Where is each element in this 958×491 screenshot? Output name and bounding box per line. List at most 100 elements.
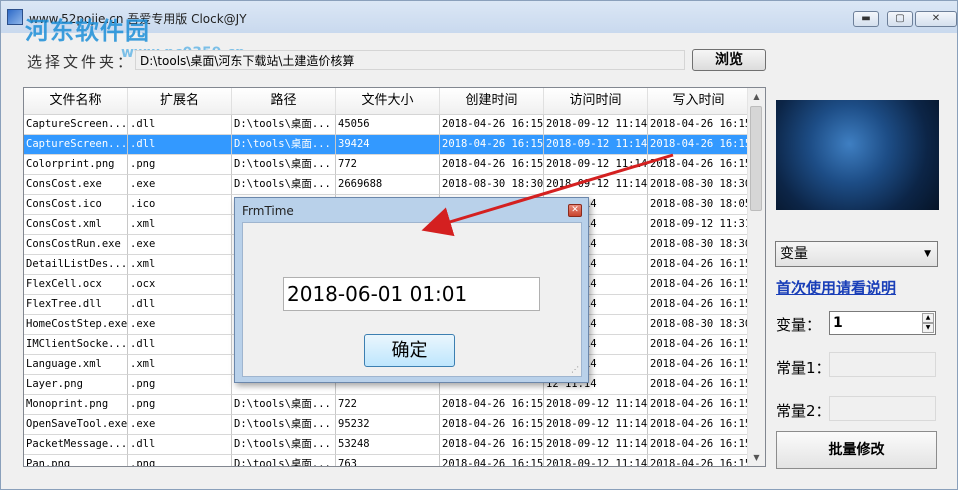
resize-grip-icon[interactable]: ⋰ — [571, 365, 579, 374]
table-cell: 2018-08-30 18:05 — [648, 195, 750, 215]
table-cell: 2018-04-26 16:15 — [648, 255, 750, 275]
table-cell: .png — [128, 155, 232, 175]
column-header-written[interactable]: 写入时间 — [648, 88, 750, 114]
table-cell: 2018-09-12 11:14 — [544, 115, 648, 135]
table-row[interactable]: PacketMessage... .dll D:\tools\桌面... 53248 2… — [24, 435, 750, 455]
column-header-path[interactable]: 路径 — [232, 88, 336, 114]
table-cell: 2018-09-12 11:14 — [544, 135, 648, 155]
table-cell: 2018-04-26 16:15 — [440, 395, 544, 415]
help-link[interactable]: 首次使用请看说明 — [776, 277, 896, 298]
table-cell: .xml — [128, 355, 232, 375]
column-header-accessed[interactable]: 访问时间 — [544, 88, 648, 114]
mode-select[interactable]: 变量 ▼ — [775, 241, 938, 267]
table-row[interactable]: Monoprint.png .png D:\tools\桌面... 722 2018-0… — [24, 395, 750, 415]
scroll-up-icon[interactable]: ▲ — [748, 88, 765, 105]
scroll-down-icon[interactable]: ▼ — [748, 449, 765, 466]
table-cell: 2018-04-26 16:15 — [648, 115, 750, 135]
table-cell: .xml — [128, 255, 232, 275]
minimize-icon: ▬ — [861, 13, 871, 24]
table-cell: 2018-04-26 16:15 — [648, 295, 750, 315]
table-cell: 2018-08-30 18:30 — [648, 175, 750, 195]
preview-image — [776, 100, 939, 210]
table-cell: 2018-04-26 16:15 — [648, 155, 750, 175]
table-cell: D:\tools\桌面... — [232, 435, 336, 455]
table-row[interactable]: OpenSaveTool.exe .exe D:\tools\桌面... 95232 2… — [24, 415, 750, 435]
table-cell: .dll — [128, 135, 232, 155]
column-header-size[interactable]: 文件大小 — [336, 88, 440, 114]
column-header-ext[interactable]: 扩展名 — [128, 88, 232, 114]
folder-path-field[interactable]: D:\tools\桌面\河东下载站\土建造价核算 — [135, 50, 685, 70]
maximize-button[interactable]: ▢ — [887, 11, 913, 27]
const1-field[interactable] — [829, 352, 936, 377]
stepper-down-icon[interactable]: ▼ — [922, 323, 934, 333]
column-header-name[interactable]: 文件名称 — [24, 88, 128, 114]
variable-stepper[interactable]: 1 ▲ ▼ — [829, 311, 936, 335]
table-cell: D:\tools\桌面... — [232, 395, 336, 415]
maximize-icon: ▢ — [895, 13, 905, 24]
table-cell: 2018-04-26 16:15 — [648, 455, 750, 466]
const2-field[interactable] — [829, 396, 936, 421]
table-cell: .dll — [128, 295, 232, 315]
table-cell: 2018-04-26 16:15 — [440, 415, 544, 435]
table-cell: 2018-09-12 11:14 — [544, 155, 648, 175]
table-cell: 2018-09-12 11:14 — [544, 415, 648, 435]
time-input[interactable]: 2018-06-01 01:01 — [283, 277, 540, 311]
table-cell: 2018-08-30 18:30 — [440, 175, 544, 195]
ok-button[interactable]: 确定 — [364, 334, 455, 367]
table-cell: 2018-04-26 16:15 — [648, 435, 750, 455]
table-row[interactable]: ConsCost.exe .exe D:\tools\桌面... 2669688 201… — [24, 175, 750, 195]
table-cell: Layer.png — [24, 375, 128, 395]
table-cell: 2018-04-26 16:15 — [648, 335, 750, 355]
table-cell: 2018-09-12 11:31 — [648, 215, 750, 235]
table-cell: .exe — [128, 315, 232, 335]
table-cell: 2018-04-26 16:15 — [648, 275, 750, 295]
table-cell: .ocx — [128, 275, 232, 295]
table-scrollbar[interactable]: ▲ ▼ — [747, 88, 765, 466]
watermark-logo: 河东软件园 — [25, 17, 150, 45]
table-cell: 2018-04-26 16:15 — [440, 155, 544, 175]
table-cell: 2018-04-26 16:15 — [440, 135, 544, 155]
frmtime-dialog: FrmTime ✕ 2018-06-01 01:01 确定 ⋰ — [234, 197, 589, 383]
table-cell: Colorprint.png — [24, 155, 128, 175]
dialog-close-button[interactable]: ✕ — [568, 204, 582, 217]
table-cell: .exe — [128, 175, 232, 195]
table-row[interactable]: CaptureScreen... .dll D:\tools\桌面... 45056 2… — [24, 115, 750, 135]
table-row[interactable]: CaptureScreen... .dll D:\tools\桌面... 39424 2… — [24, 135, 750, 155]
table-cell: 2018-04-26 16:15 — [440, 455, 544, 466]
table-cell: D:\tools\桌面... — [232, 455, 336, 466]
table-cell: D:\tools\桌面... — [232, 115, 336, 135]
const2-label: 常量2： — [776, 402, 831, 420]
table-cell: 722 — [336, 395, 440, 415]
table-row[interactable]: Pan.png .png D:\tools\桌面... 763 2018-04-26 1… — [24, 455, 750, 466]
table-cell: 95232 — [336, 415, 440, 435]
table-cell: 2018-04-26 16:15 — [648, 375, 750, 395]
batch-modify-button[interactable]: 批量修改 — [776, 431, 937, 469]
app-icon — [7, 9, 23, 25]
close-button[interactable]: ✕ — [915, 11, 957, 27]
close-icon: ✕ — [571, 205, 579, 215]
browse-button[interactable]: 浏览 — [692, 49, 766, 71]
column-header-created[interactable]: 创建时间 — [440, 88, 544, 114]
table-cell: 2018-09-12 11:14 — [544, 435, 648, 455]
table-cell: ConsCost.exe — [24, 175, 128, 195]
table-cell: .png — [128, 375, 232, 395]
table-cell: .ico — [128, 195, 232, 215]
table-cell: Pan.png — [24, 455, 128, 466]
table-cell: 772 — [336, 155, 440, 175]
table-cell: 2018-08-30 18:30 — [648, 315, 750, 335]
table-cell: .png — [128, 455, 232, 466]
table-cell: .exe — [128, 235, 232, 255]
table-cell: 2018-09-12 11:14 — [544, 455, 648, 466]
scroll-thumb[interactable] — [750, 106, 762, 211]
stepper-up-icon[interactable]: ▲ — [922, 313, 934, 323]
table-cell: 2018-08-30 18:30 — [648, 235, 750, 255]
folder-label: 选择文件夹： — [27, 53, 136, 71]
table-cell: 2018-04-26 16:15 — [440, 435, 544, 455]
table-cell: 2018-04-26 16:15 — [648, 395, 750, 415]
table-cell: .dll — [128, 115, 232, 135]
table-cell: 39424 — [336, 135, 440, 155]
minimize-button[interactable]: ▬ — [853, 11, 879, 27]
table-cell: 2018-04-26 16:15 — [440, 115, 544, 135]
table-row[interactable]: Colorprint.png .png D:\tools\桌面... 772 2018-… — [24, 155, 750, 175]
table-cell: OpenSaveTool.exe — [24, 415, 128, 435]
